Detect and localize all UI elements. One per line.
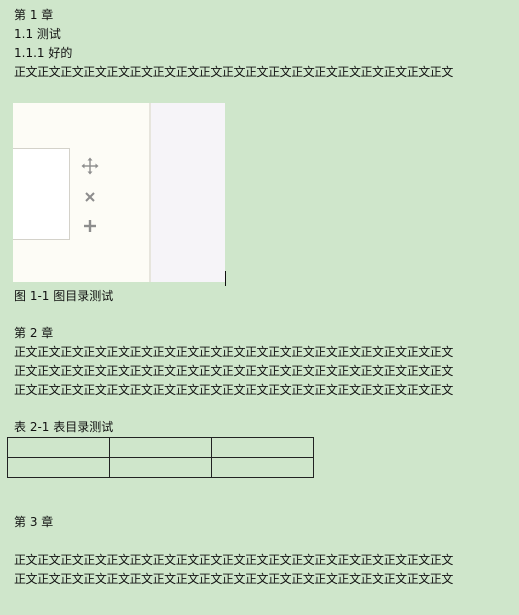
chapter-1-heading: 第 1 章 — [14, 8, 54, 22]
figure-panel-box — [13, 148, 70, 240]
body-text-line: 正文正文正文正文正文正文正文正文正文正文正文正文正文正文正文正文正文正文正文 — [14, 383, 453, 397]
body-text-line: 正文正文正文正文正文正文正文正文正文正文正文正文正文正文正文正文正文正文正文 — [14, 572, 453, 586]
chapter-2-heading: 第 2 章 — [14, 326, 54, 340]
close-icon — [81, 188, 99, 206]
figure-caption: 图 1-1 图目录测试 — [14, 289, 114, 303]
figure-image — [13, 103, 225, 282]
plus-icon — [81, 217, 99, 235]
table-caption: 表 2-1 表目录测试 — [14, 420, 114, 434]
chapter-3-heading: 第 3 章 — [14, 515, 54, 529]
table-cell — [7, 437, 110, 458]
table-cell — [109, 457, 212, 478]
table-cell — [109, 437, 212, 458]
body-text-line: 正文正文正文正文正文正文正文正文正文正文正文正文正文正文正文正文正文正文正文 — [14, 364, 453, 378]
section-1-1-heading: 1.1 测试 — [14, 27, 61, 41]
table-cell — [211, 457, 314, 478]
table-cell — [211, 437, 314, 458]
empty-table — [7, 437, 314, 478]
body-text-line: 正文正文正文正文正文正文正文正文正文正文正文正文正文正文正文正文正文正文正文 — [14, 553, 453, 567]
text-cursor — [225, 271, 226, 286]
subsection-1-1-1-heading: 1.1.1 好的 — [14, 46, 73, 60]
table-cell — [7, 457, 110, 478]
table-row — [7, 457, 314, 478]
figure-side-pane — [151, 103, 225, 282]
move-icon — [81, 157, 99, 175]
table-row — [7, 437, 314, 458]
body-text-line: 正文正文正文正文正文正文正文正文正文正文正文正文正文正文正文正文正文正文正文 — [14, 345, 453, 359]
body-text-line: 正文正文正文正文正文正文正文正文正文正文正文正文正文正文正文正文正文正文正文 — [14, 65, 453, 79]
